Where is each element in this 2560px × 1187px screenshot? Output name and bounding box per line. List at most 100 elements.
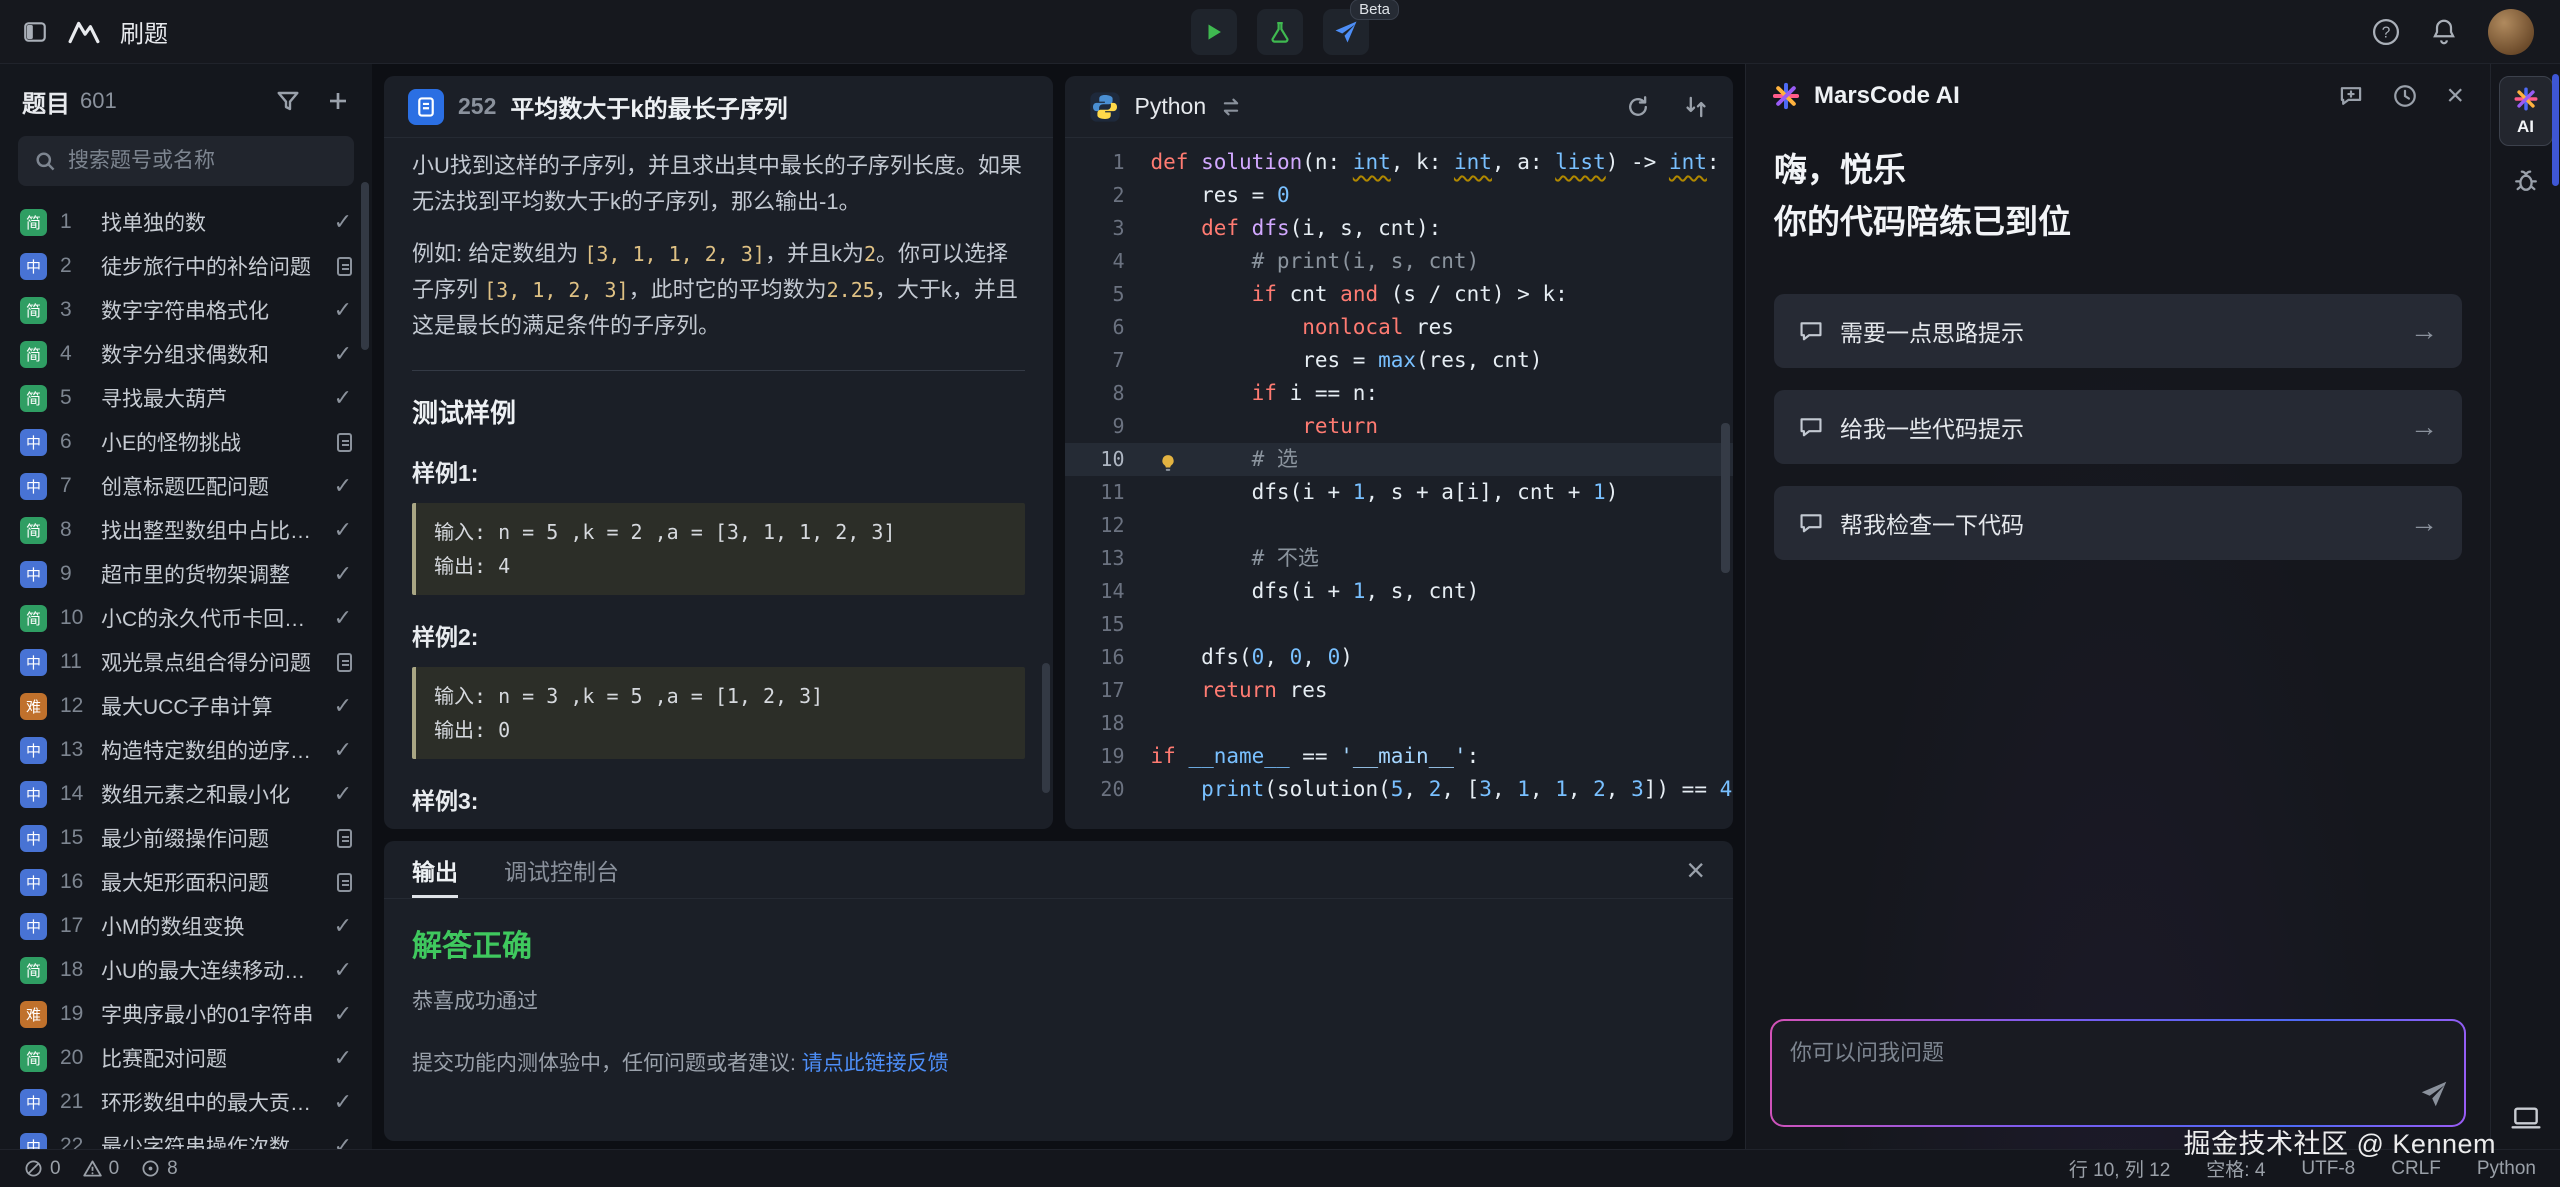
sample-output: 输出: 4 [434,549,1007,583]
problem-panel: 252 平均数大于k的最长子序列 小U找到这样的子序列，并且求出其中最长的子序列… [384,76,1053,829]
laptop-icon[interactable] [2510,1102,2542,1139]
tab-debug-console[interactable]: 调试控制台 [504,841,619,898]
check-icon: ✓ [334,693,352,719]
search-input[interactable] [68,149,338,173]
app-name: 刷题 [120,14,168,49]
problem-list-item[interactable]: 简10小C的永久代币卡回本计划✓ [0,596,372,640]
problem-title: 小E的怪物挑战 [101,427,324,457]
send-icon[interactable] [2420,1080,2448,1113]
code-content: res = max(res, cnt) [1151,344,1543,377]
add-problem-icon[interactable] [326,89,350,113]
code-content: return res [1151,674,1328,707]
problem-list-item[interactable]: 简8找出整型数组中占比超过...✓ [0,508,372,552]
editor-scrollbar[interactable] [1721,423,1730,573]
line-number: 14 [1065,575,1151,608]
problem-list-item[interactable]: 简18小U的最大连续移动次数...✓ [0,948,372,992]
errors-status[interactable]: 0 [24,1158,61,1180]
problem-list-item[interactable]: 中16最大矩形面积问题 [0,860,372,904]
problem-paragraph-2: 例如: 给定数组为 [3, 1, 1, 2, 3]，并且k为2。你可以选择子序列… [412,236,1025,344]
sidebar-toggle-icon[interactable] [22,19,48,45]
code-editor[interactable]: 1def solution(n: int, k: int, a: list) -… [1065,138,1734,829]
problem-list-item[interactable]: 简5寻找最大葫芦✓ [0,376,372,420]
code-line: 3 def dfs(i, s, cnt): [1065,212,1734,245]
code-line: 19if __name__ == '__main__': [1065,740,1734,773]
check-icon: ✓ [334,737,352,763]
problem-list-item[interactable]: 中13构造特定数组的逆序拼接✓ [0,728,372,772]
result-subtitle: 恭喜成功通过 [412,985,1705,1015]
arrow-right-icon: → [2410,411,2438,443]
problem-list-item[interactable]: 中15最少前缀操作问题 [0,816,372,860]
problem-list-item[interactable]: 中11观光景点组合得分问题 [0,640,372,684]
problem-title: 数字分组求偶数和 [101,339,321,369]
feedback-link[interactable]: 请点此链接反馈 [802,1052,949,1075]
line-number: 20 [1065,773,1151,806]
line-number: 8 [1065,377,1151,410]
ai-suggestion-label: 帮我检查一下代码 [1840,506,2394,540]
ai-suggestion-card[interactable]: 给我一些代码提示→ [1774,390,2462,464]
ai-question-input[interactable] [1790,1035,2404,1113]
new-chat-icon[interactable] [2338,83,2364,109]
help-icon[interactable]: ? [2372,18,2400,46]
problem-list-item[interactable]: 简20比赛配对问题✓ [0,1036,372,1080]
code-lines: 1def solution(n: int, k: int, a: list) -… [1065,146,1734,806]
filter-icon[interactable] [276,89,300,113]
reset-code-icon[interactable] [1625,94,1651,120]
sidebar-scrollbar[interactable] [361,182,369,350]
problem-list-item[interactable]: 中21环形数组中的最大贡献值✓ [0,1080,372,1124]
sample-block: 输入: n = 5 ,k = 2 ,a = [3, 1, 1, 2, 3]输出:… [412,503,1025,595]
problem-list-item[interactable]: 难19字典序最小的01字符串✓ [0,992,372,1036]
avatar[interactable] [2488,9,2534,55]
difficulty-badge: 简 [20,385,47,412]
difficulty-badge: 中 [20,869,47,896]
ai-suggestion-card[interactable]: 帮我检查一下代码→ [1774,486,2462,560]
problem-number: 2 [60,254,88,278]
info-status[interactable]: 8 [141,1158,178,1180]
swap-language-icon[interactable] [1220,96,1242,118]
paper-plane-icon [1334,20,1358,44]
problem-count: 601 [80,88,117,114]
sample-input: 输入: n = 5 ,k = 2 ,a = [3, 1, 1, 2, 3] [434,515,1007,549]
problem-list-item[interactable]: 难12最大UCC子串计算✓ [0,684,372,728]
app-root: 刷题 Beta ? [0,0,2560,1187]
problem-list-item[interactable]: 中6小E的怪物挑战 [0,420,372,464]
test-button[interactable] [1257,9,1303,55]
edge-scrollbar[interactable] [2552,74,2559,186]
check-icon: ✓ [334,517,352,543]
problem-list-item[interactable]: 中7创意标题匹配问题✓ [0,464,372,508]
editor-language: Python [1135,93,1207,120]
marscode-mini-logo-icon [2513,86,2539,112]
problem-number: 9 [60,562,88,586]
problem-list-item[interactable]: 中14数组元素之和最小化✓ [0,772,372,816]
run-button[interactable] [1191,9,1237,55]
problem-list-item[interactable]: 中17小M的数组变换✓ [0,904,372,948]
problem-title: 小U的最大连续移动次数... [101,955,321,985]
problem-scrollbar[interactable] [1042,663,1050,793]
close-ai-panel-icon[interactable]: × [2446,81,2464,111]
code-line: 14 dfs(i + 1, s, cnt) [1065,575,1734,608]
problem-list-item[interactable]: 中22最少字符串操作次数✓ [0,1124,372,1149]
problem-list-item[interactable]: 中2徒步旅行中的补给问题 [0,244,372,288]
sample-block: 输入: n = 3 ,k = 5 ,a = [1, 2, 3]输出: 0 [412,667,1025,759]
bug-tool-icon[interactable] [2512,166,2540,199]
cursor-position[interactable]: 行 10, 列 12 [2069,1155,2170,1182]
tab-output[interactable]: 输出 [412,841,458,898]
code-line: 6 nonlocal res [1065,311,1734,344]
problem-doc-icon [408,89,444,125]
line-number: 3 [1065,212,1151,245]
submit-button[interactable]: Beta [1323,9,1369,55]
problem-list-item[interactable]: 简1找单独的数✓ [0,200,372,244]
check-icon: ✓ [334,341,352,367]
ai-tool-button[interactable]: AI [2499,76,2553,146]
problem-number: 20 [60,1046,88,1070]
warnings-status[interactable]: 0 [83,1158,120,1180]
lightbulb-icon[interactable] [1159,449,1179,469]
diff-compare-icon[interactable] [1683,94,1709,120]
history-icon[interactable] [2392,83,2418,109]
info-count: 8 [167,1158,178,1180]
problem-list-item[interactable]: 中9超市里的货物架调整✓ [0,552,372,596]
ai-suggestion-card[interactable]: 需要一点思路提示→ [1774,294,2462,368]
problem-list-item[interactable]: 简4数字分组求偶数和✓ [0,332,372,376]
problem-list-item[interactable]: 简3数字字符串格式化✓ [0,288,372,332]
close-output-icon[interactable]: × [1686,854,1705,886]
bell-icon[interactable] [2430,18,2458,46]
